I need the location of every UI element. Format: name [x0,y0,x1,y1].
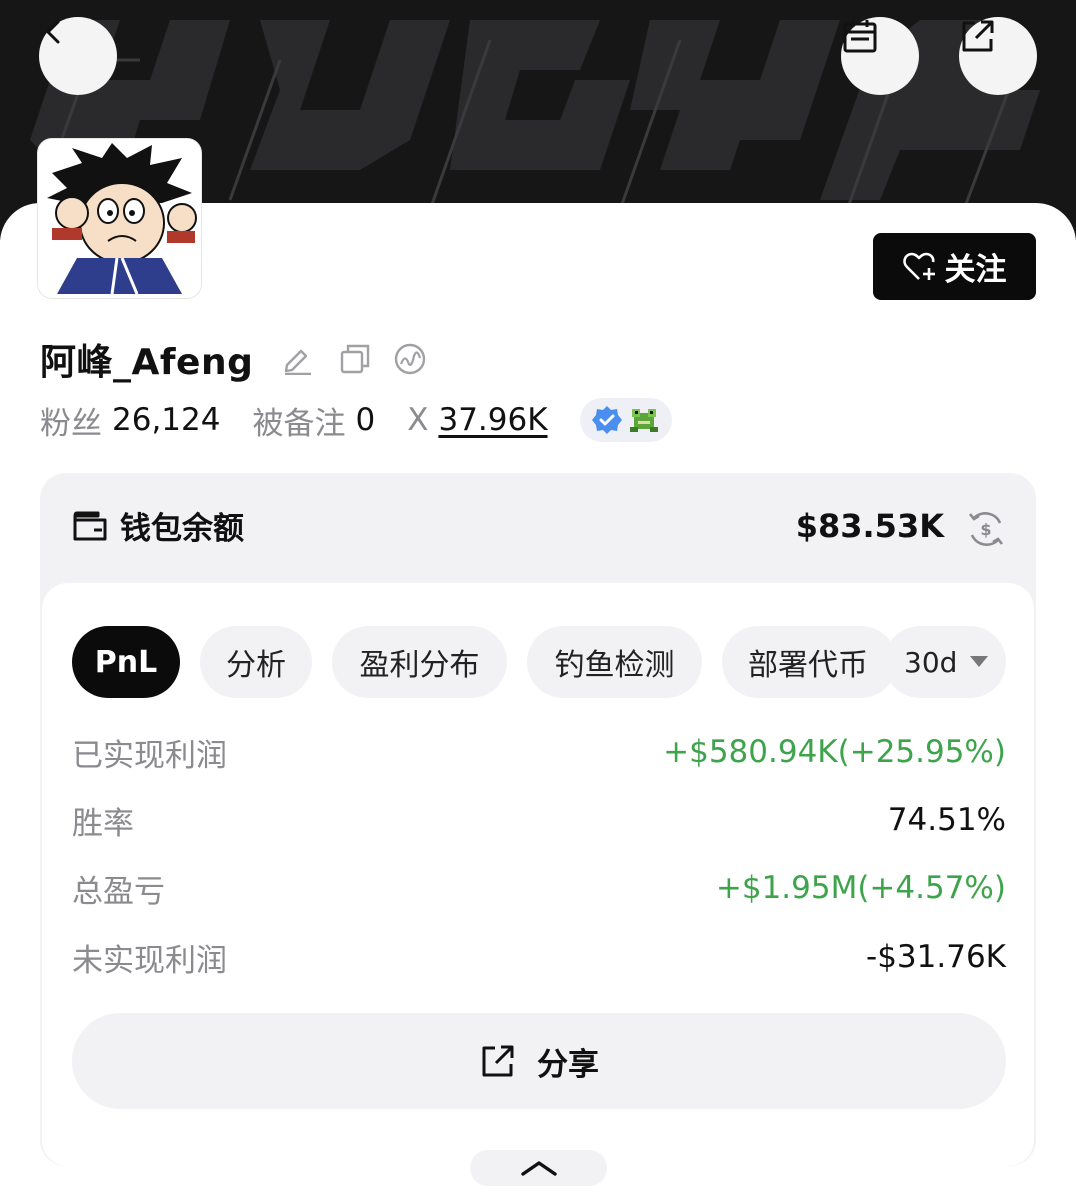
metric-label: 总盈亏 [72,873,165,910]
metric-value: -$31.76K [866,939,1006,975]
external-link-icon [482,1045,514,1077]
tab-deployed-tokens[interactable]: 部署代币 [722,626,897,698]
tab-profit-distribution[interactable]: 盈利分布 [332,626,507,698]
tab-analysis[interactable]: 分析 [200,626,312,698]
copy-address-button[interactable] [339,343,371,375]
verified-badge-icon [591,406,622,434]
noted-label: 被备注 [252,405,346,442]
wallet-header: 钱包余额 [72,503,244,548]
wallet-card: 钱包余额 $83.53K $ PnL 分析 盈利分布 钓鱼检测 部署代币 30d… [40,473,1036,1166]
stats-row: 粉丝 26,124 被备注 0 X 37.96K [40,397,672,443]
explorer-link-button[interactable] [393,342,427,376]
tab-phishing-check[interactable]: 钓鱼检测 [527,626,702,698]
metric-label: 未实现利润 [72,942,227,979]
period-select[interactable]: 30d [884,626,1006,698]
period-value: 30d [904,645,958,679]
pnl-panel: PnL 分析 盈利分布 钓鱼检测 部署代币 30d 已实现利润 +$580.94… [42,583,1034,1166]
followers-label: 粉丝 [40,405,102,442]
share-button[interactable]: 分享 [72,1013,1006,1109]
share-profile-button[interactable] [959,17,1037,95]
chevron-left-icon [46,20,60,44]
metric-value: +$580.94K(+25.95%) [663,734,1006,770]
tab-pnl[interactable]: PnL [72,626,180,698]
metric-row: 未实现利润 -$31.76K [72,932,1006,982]
followers-count[interactable]: 26,124 [112,402,220,438]
metric-label: 已实现利润 [72,737,227,774]
pencil-icon [285,349,312,375]
collapse-button[interactable] [470,1150,607,1186]
wallet-title: 钱包余额 [120,511,244,547]
heart-plus-icon [902,252,935,280]
x-followers-link[interactable]: 37.96K [438,402,547,438]
avatar[interactable] [38,139,201,298]
copy-icon [341,344,370,374]
svg-text:$: $ [980,520,991,539]
metric-row: 已实现利润 +$580.94K(+25.95%) [72,727,1006,777]
wallet-balance: $83.53K [795,507,944,545]
tab-bar: PnL 分析 盈利分布 钓鱼检测 部署代币 30d [72,626,1006,698]
noted-count[interactable]: 0 [355,402,375,438]
currency-swap-icon: $ [968,512,1004,546]
metric-label: 胜率 [72,805,134,842]
edit-name-button[interactable] [281,343,313,375]
profile-name: 阿峰_Afeng [40,342,254,383]
metric-value: +$1.95M(+4.57%) [715,870,1006,906]
avatar-illustration [42,143,197,294]
metric-row: 胜率 74.51% [72,795,1006,845]
calendar-button[interactable] [841,17,919,95]
share-label: 分享 [537,1046,599,1083]
name-row: 阿峰_Afeng [40,333,427,385]
currency-switch-button[interactable]: $ [966,509,1006,553]
frog-icon [629,409,658,432]
metric-row: 总盈亏 +$1.95M(+4.57%) [72,863,1006,913]
wallet-icon [73,511,107,540]
external-link-icon [962,20,994,52]
badges[interactable] [579,398,672,442]
chevron-down-icon [970,656,988,667]
back-button[interactable] [39,17,117,95]
metric-value: 74.51% [887,802,1006,838]
chevron-up-icon [520,1161,557,1176]
x-label: X [407,402,429,438]
follow-button[interactable]: 关注 [873,233,1036,300]
explorer-icon [395,343,426,375]
follow-label: 关注 [944,252,1007,288]
calendar-icon [843,20,877,53]
